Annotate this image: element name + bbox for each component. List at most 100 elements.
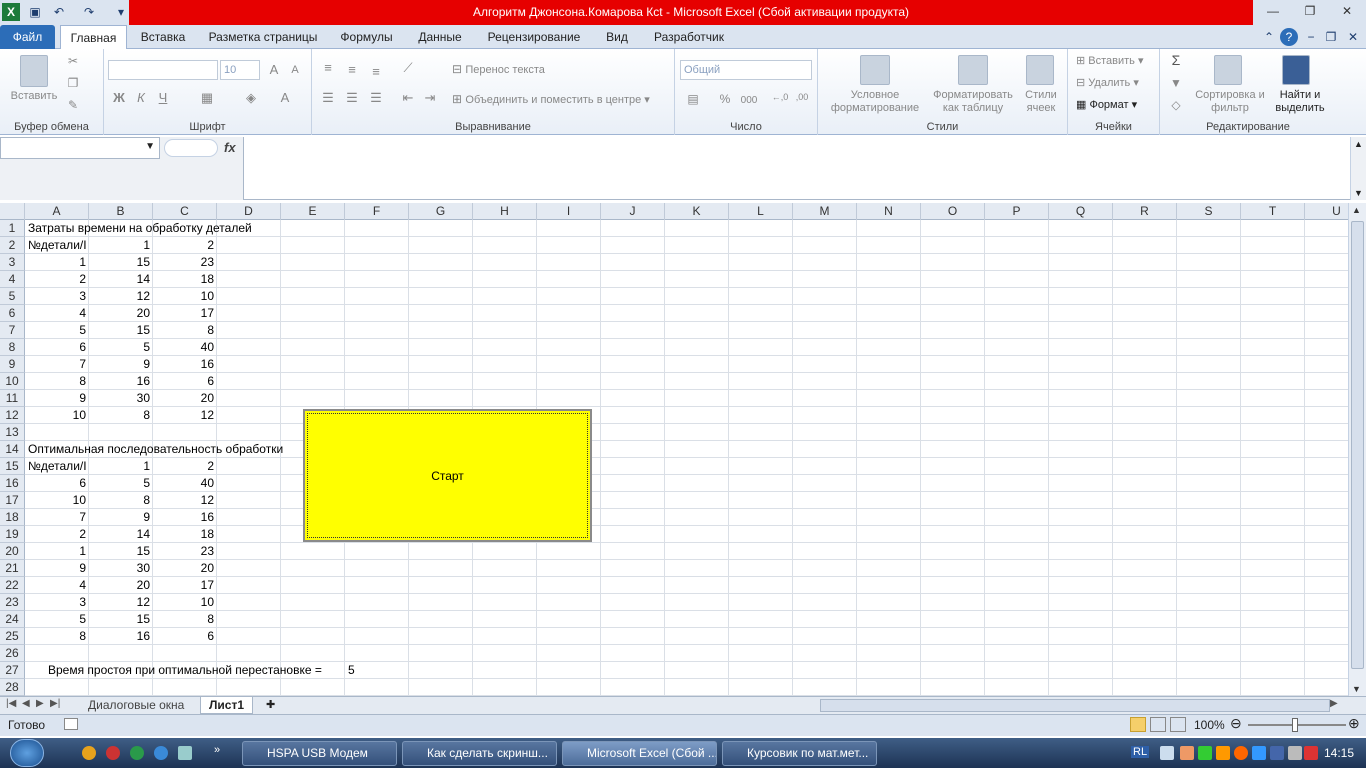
column-header-R[interactable]: R: [1113, 203, 1177, 220]
start-orb-icon[interactable]: [10, 739, 44, 767]
cell-A17[interactable]: 10: [25, 492, 89, 509]
cell-B9[interactable]: 9: [89, 356, 153, 373]
font-color-icon[interactable]: A: [278, 91, 292, 104]
cell-A9[interactable]: 7: [25, 356, 89, 373]
row-header-5[interactable]: 5: [0, 288, 25, 305]
name-box[interactable]: ▼: [0, 137, 160, 159]
cell-A21[interactable]: 9: [25, 560, 89, 577]
scroll-thumb[interactable]: [1351, 221, 1364, 669]
wrap-text-button[interactable]: ⊟ Перенос текста: [452, 63, 562, 77]
row-header-10[interactable]: 10: [0, 373, 25, 390]
paste-icon[interactable]: [20, 55, 48, 87]
taskbar-item-word[interactable]: Курсовик по мат.мет...: [722, 741, 877, 766]
cell-C4[interactable]: 18: [153, 271, 217, 288]
tab-home[interactable]: Главная: [60, 25, 127, 50]
copy-icon[interactable]: ❐: [66, 77, 80, 90]
cell-B2[interactable]: 1: [89, 237, 153, 254]
row-header-20[interactable]: 20: [0, 543, 25, 560]
cell-A3[interactable]: 1: [25, 254, 89, 271]
cell-C6[interactable]: 17: [153, 305, 217, 322]
cell-B24[interactable]: 15: [89, 611, 153, 628]
row-header-7[interactable]: 7: [0, 322, 25, 339]
cell-styles-button[interactable]: Стили ячеек: [1018, 89, 1064, 115]
cell-B7[interactable]: 15: [89, 322, 153, 339]
cut-icon[interactable]: ✂: [66, 55, 80, 68]
cell-C20[interactable]: 23: [153, 543, 217, 560]
column-header-D[interactable]: D: [217, 203, 281, 220]
increase-indent-icon[interactable]: ⇥: [422, 91, 438, 104]
row-header-21[interactable]: 21: [0, 560, 25, 577]
tray-ok-icon[interactable]: [1234, 746, 1248, 760]
row-header-15[interactable]: 15: [0, 458, 25, 475]
row-header-6[interactable]: 6: [0, 305, 25, 322]
number-format-dropdown[interactable]: Общий: [680, 60, 812, 80]
cell-C10[interactable]: 6: [153, 373, 217, 390]
formula-scroll-down-icon[interactable]: ▼: [1354, 188, 1363, 198]
excel-app-icon[interactable]: X: [2, 3, 20, 21]
cell-B17[interactable]: 8: [89, 492, 153, 509]
find-select-button[interactable]: Найти и выделить: [1268, 89, 1332, 115]
column-header-H[interactable]: H: [473, 203, 537, 220]
sheet-tab-list1[interactable]: Лист1: [200, 697, 254, 714]
prev-sheet-icon[interactable]: ◀: [22, 698, 30, 709]
taskbar-item-modem[interactable]: HSPA USB Модем: [242, 741, 397, 766]
row-header-13[interactable]: 13: [0, 424, 25, 441]
row-header-3[interactable]: 3: [0, 254, 25, 271]
save-icon[interactable]: ▣: [26, 3, 44, 21]
cell-A15[interactable]: №детали/I: [28, 458, 88, 475]
sort-filter-icon[interactable]: [1214, 55, 1242, 85]
cell-A24[interactable]: 5: [25, 611, 89, 628]
tab-view[interactable]: Вид: [598, 25, 636, 49]
column-header-O[interactable]: O: [921, 203, 985, 220]
cell-B19[interactable]: 14: [89, 526, 153, 543]
quicklaunch-desktop-icon[interactable]: [178, 746, 192, 760]
cell-B11[interactable]: 30: [89, 390, 153, 407]
column-header-S[interactable]: S: [1177, 203, 1241, 220]
cell-C19[interactable]: 18: [153, 526, 217, 543]
row-header-28[interactable]: 28: [0, 679, 25, 696]
tab-file[interactable]: Файл: [0, 25, 55, 49]
cell-B21[interactable]: 30: [89, 560, 153, 577]
cell-styles-icon[interactable]: [1026, 55, 1054, 85]
cell-C2[interactable]: 2: [153, 237, 217, 254]
align-middle-icon[interactable]: ≡: [344, 63, 360, 76]
cell-A27[interactable]: Время простоя при оптимальной перестанов…: [48, 662, 322, 679]
cell-A10[interactable]: 8: [25, 373, 89, 390]
close-button[interactable]: ✕: [1332, 0, 1362, 22]
tab-insert[interactable]: Вставка: [135, 25, 191, 49]
borders-icon[interactable]: ▦: [200, 91, 214, 104]
format-painter-icon[interactable]: ✎: [66, 99, 80, 112]
scroll-down-icon[interactable]: ▼: [1352, 684, 1361, 694]
cell-B8[interactable]: 5: [89, 339, 153, 356]
normal-view-icon[interactable]: [1130, 717, 1146, 732]
conditional-format-icon[interactable]: [860, 55, 890, 85]
column-header-P[interactable]: P: [985, 203, 1049, 220]
cell-B16[interactable]: 5: [89, 475, 153, 492]
horizontal-scroll-thumb[interactable]: [820, 699, 1330, 712]
find-binoculars-icon[interactable]: [1282, 55, 1310, 85]
cell-B10[interactable]: 16: [89, 373, 153, 390]
cell-A12[interactable]: 10: [25, 407, 89, 424]
cell-B15[interactable]: 1: [89, 458, 153, 475]
cell-C7[interactable]: 8: [153, 322, 217, 339]
cell-B4[interactable]: 14: [89, 271, 153, 288]
quicklaunch-ie-icon[interactable]: [154, 746, 168, 760]
cell-C15[interactable]: 2: [153, 458, 217, 475]
bold-button[interactable]: Ж: [112, 91, 126, 104]
page-layout-view-icon[interactable]: [1150, 717, 1166, 732]
macro-record-icon[interactable]: [64, 718, 78, 730]
column-header-I[interactable]: I: [537, 203, 601, 220]
column-header-J[interactable]: J: [601, 203, 665, 220]
doc-minimize-icon[interactable]: −: [1302, 28, 1320, 46]
cell-A4[interactable]: 2: [25, 271, 89, 288]
tab-page-layout[interactable]: Разметка страницы: [203, 25, 323, 49]
page-break-view-icon[interactable]: [1170, 717, 1186, 732]
column-header-U[interactable]: U: [1305, 203, 1348, 220]
italic-button[interactable]: К: [134, 91, 148, 104]
start-button[interactable]: Старт: [303, 409, 592, 542]
quicklaunch-browser-icon[interactable]: [106, 746, 120, 760]
row-header-9[interactable]: 9: [0, 356, 25, 373]
cell-B25[interactable]: 16: [89, 628, 153, 645]
cell-A16[interactable]: 6: [25, 475, 89, 492]
grow-font-icon[interactable]: A: [266, 63, 282, 76]
